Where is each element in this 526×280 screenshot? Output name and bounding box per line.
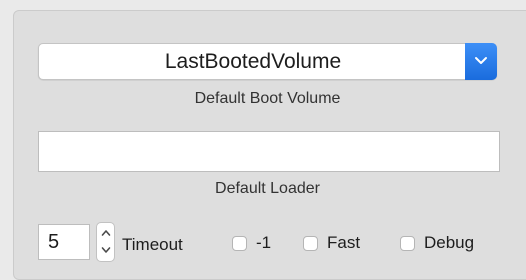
popup-arrow-button[interactable]	[465, 43, 497, 80]
timeout-label: Timeout	[122, 235, 183, 254]
checkbox-box[interactable]	[400, 235, 415, 251]
chevron-down-icon	[101, 247, 111, 253]
default-loader-field[interactable]	[38, 131, 500, 172]
checkbox-label: Debug	[424, 233, 475, 252]
default-boot-volume-popup[interactable]: LastBootedVolume	[38, 43, 497, 80]
checkbox-minus-one[interactable]: -1	[232, 233, 271, 253]
checkbox-box[interactable]	[303, 235, 318, 251]
chevron-down-icon	[475, 57, 487, 64]
chevron-up-icon	[101, 230, 111, 236]
stepper-up-button[interactable]	[97, 223, 114, 242]
checkbox-box[interactable]	[232, 235, 247, 251]
stepper-down-button[interactable]	[97, 242, 114, 261]
loader-caption: Default Loader	[215, 180, 320, 197]
checkbox-fast[interactable]: Fast	[303, 233, 360, 253]
boot-volume-caption: Default Boot Volume	[194, 90, 341, 107]
timeout-value: 5	[48, 231, 60, 253]
timeout-field[interactable]: 5	[38, 224, 90, 260]
checkbox-label: -1	[256, 233, 272, 252]
checkbox-label: Fast	[327, 233, 361, 252]
window: LastBootedVolume Default Boot Volume Def…	[0, 0, 526, 280]
checkbox-debug[interactable]: Debug	[400, 233, 474, 253]
timeout-stepper[interactable]	[96, 222, 115, 262]
boot-volume-selected-value: LastBootedVolume	[164, 50, 342, 73]
